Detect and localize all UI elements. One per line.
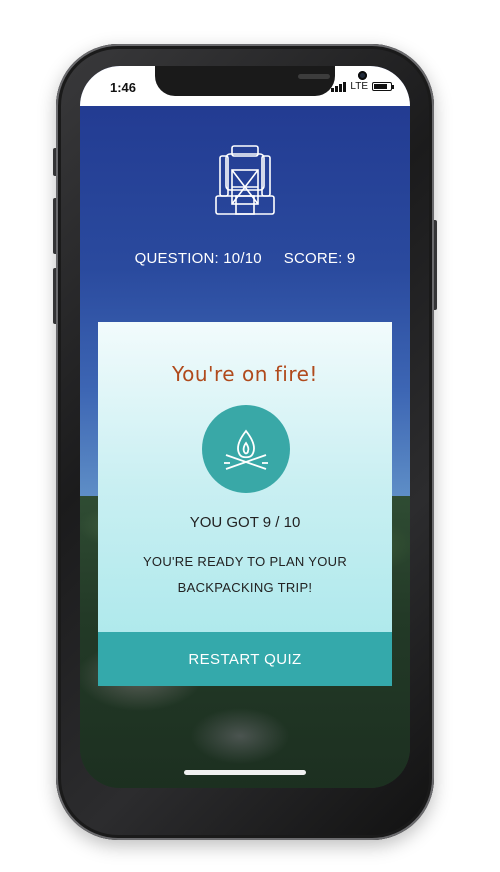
- result-message-line-2: BACKPACKING TRIP!: [177, 580, 313, 595]
- notch: [155, 66, 367, 96]
- home-indicator[interactable]: [184, 770, 306, 775]
- restart-quiz-button[interactable]: RESTART QUIZ: [98, 632, 392, 686]
- backpack-icon: [215, 145, 275, 215]
- result-title: You're on fire!: [172, 362, 318, 386]
- result-message-line-1: YOU'RE READY TO PLAN YOUR: [142, 554, 348, 569]
- status-indicators: LTE: [331, 81, 394, 92]
- campfire-icon: [224, 429, 268, 470]
- status-bar: 1:46 LTE: [80, 66, 410, 106]
- phone-screen: 1:46 LTE QUESTION: 10/10 SCORE: 9 You're…: [80, 66, 410, 788]
- network-label: LTE: [350, 81, 368, 92]
- question-counter: QUESTION: 10/10: [134, 250, 262, 267]
- status-time: 1:46: [110, 80, 137, 95]
- quiz-progress: QUESTION: 10/10 SCORE: 9: [80, 250, 410, 267]
- result-card: You're on fire! YOU GOT 9 / 10 YOU'RE RE…: [98, 322, 392, 686]
- result-message: YOU'RE READY TO PLAN YOUR BACKPACKING TR…: [98, 549, 392, 601]
- result-score: YOU GOT 9 / 10: [189, 514, 301, 531]
- front-camera-icon: [358, 71, 367, 80]
- signal-icon: [331, 81, 347, 92]
- battery-icon: [372, 82, 394, 91]
- score-counter: SCORE: 9: [283, 250, 356, 267]
- campfire-badge: [202, 405, 290, 493]
- speaker-grille: [298, 74, 330, 79]
